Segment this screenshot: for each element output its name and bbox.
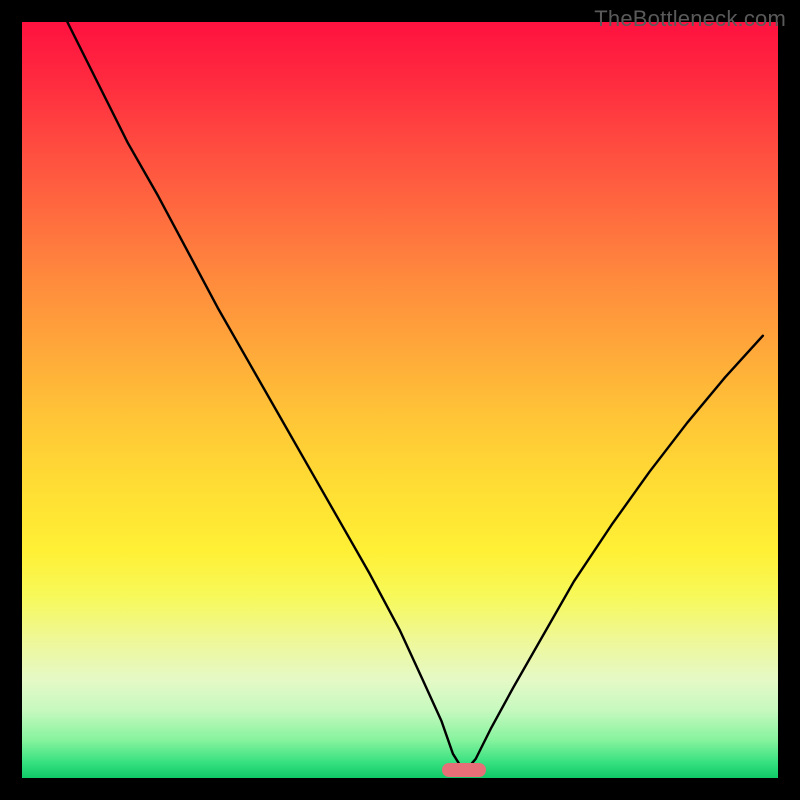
watermark-text: TheBottleneck.com [594, 6, 786, 32]
plot-area [22, 22, 778, 778]
minimum-marker [442, 763, 486, 777]
bottleneck-curve [22, 22, 778, 778]
